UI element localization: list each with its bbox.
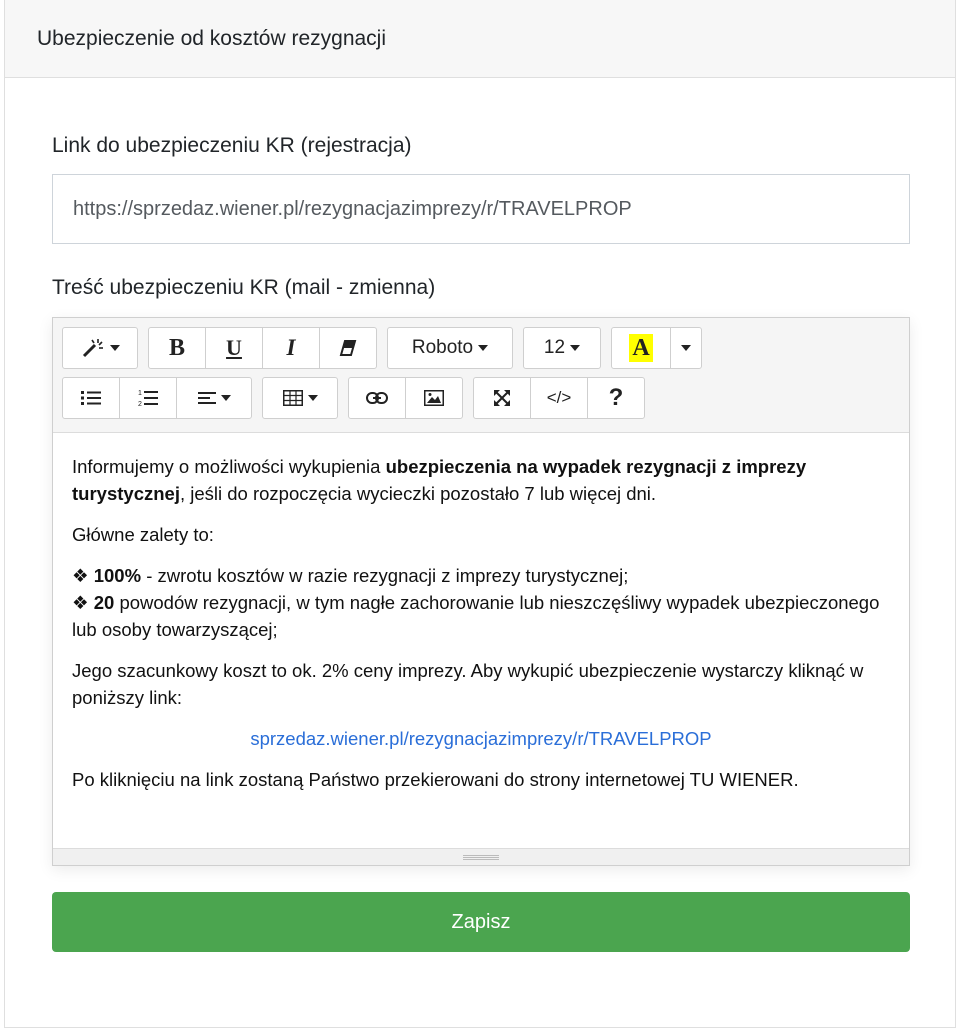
benefits-list: ❖ 100% - zwrotu kosztów w razie rezygnac… [72, 562, 890, 643]
editor-paragraph: Jego szacunkowy koszt to ok. 2% ceny imp… [72, 660, 864, 708]
unordered-list-button[interactable] [62, 377, 120, 419]
font-family-value: Roboto [411, 337, 474, 358]
ordered-list-button[interactable]: 1 2 [119, 377, 177, 419]
benefit-highlight: 20 [93, 592, 115, 613]
link-icon [366, 392, 388, 404]
table-group [262, 377, 338, 421]
color-dropdown-button[interactable] [670, 327, 702, 369]
style-group [62, 327, 138, 371]
link-field-label: Link do ubezpieczeniu KR (rejestracja) [52, 134, 412, 157]
link-input[interactable]: https://sprzedaz.wiener.pl/rezygnacjazim… [52, 174, 910, 244]
save-button[interactable]: Zapisz [52, 892, 910, 952]
table-dropdown[interactable] [262, 377, 338, 419]
editor-paragraph: Główne zalety to: [72, 524, 214, 545]
eraser-icon [339, 340, 357, 356]
diamond-bullet-icon: ❖ [72, 565, 94, 586]
editor-content-area[interactable]: Informujemy o możliwości wykupienia ubez… [53, 433, 909, 847]
toolbar-row-2: 1 2 </> ? [62, 377, 900, 421]
color-group: A [611, 327, 702, 371]
chevron-down-icon [220, 395, 231, 401]
benefit-text: powodów rezygnacji, w tym nagłe zachorow… [72, 592, 880, 640]
card-header: Ubezpieczenie od kosztów rezygnacji [5, 0, 955, 78]
benefit-highlight: 100% [93, 565, 142, 586]
paragraph-text: , jeśli do rozpoczęcia wycieczki pozosta… [179, 483, 657, 504]
font-size-value: 12 [543, 337, 566, 358]
clear-format-button[interactable] [319, 327, 377, 369]
font-name-group: Roboto [387, 327, 513, 371]
insert-group [348, 377, 463, 421]
italic-button[interactable]: I [262, 327, 320, 369]
text-color-icon: A [629, 334, 653, 362]
insurance-card: Ubezpieczenie od kosztów rezygnacji Link… [4, 0, 956, 1028]
benefit-text: - zwrotu kosztów w razie rezygnacji z im… [141, 565, 629, 586]
insert-link-button[interactable] [348, 377, 406, 419]
help-button[interactable]: ? [587, 377, 645, 419]
chevron-down-icon [681, 345, 691, 351]
underline-button[interactable]: U [205, 327, 263, 369]
diamond-bullet-icon: ❖ [72, 592, 94, 613]
card-title: Ubezpieczenie od kosztów rezygnacji [37, 26, 387, 50]
list-group: 1 2 [62, 377, 252, 421]
grip-icon [463, 854, 499, 860]
insurance-link[interactable]: sprzedaz.wiener.pl/rezygnacjazimprezy/r/… [72, 725, 890, 752]
bullet-list-icon [81, 390, 101, 406]
toolbar-row-1: B U I Roboto 12 A [62, 327, 900, 371]
code-view-button[interactable]: </> [530, 377, 588, 419]
help-icon: ? [608, 384, 624, 411]
chevron-down-icon [570, 345, 581, 351]
editor-paragraph: Po kliknięciu na link zostaną Państwo pr… [72, 769, 799, 790]
font-family-dropdown[interactable]: Roboto [387, 327, 513, 369]
numbered-list-icon: 1 2 [138, 389, 158, 407]
bold-icon: B [168, 334, 185, 361]
svg-text:2: 2 [138, 401, 142, 407]
fullscreen-icon [493, 389, 511, 407]
table-icon [282, 390, 303, 406]
underline-icon: U [226, 335, 242, 360]
editor-toolbar: B U I Roboto 12 A 1 2 </> ? [53, 318, 909, 433]
code-icon: </> [546, 388, 572, 407]
content-field-label: Treść ubezpieczeniu KR (mail - zmienna) [52, 276, 436, 299]
italic-icon: I [286, 335, 296, 360]
text-color-button[interactable]: A [611, 327, 671, 369]
align-left-icon [197, 391, 216, 405]
link-input-value: https://sprzedaz.wiener.pl/rezygnacjazim… [73, 197, 632, 220]
font-size-group: 12 [523, 327, 601, 371]
editor-paragraph: Informujemy o możliwości wykupienia ubez… [72, 453, 890, 507]
save-button-label: Zapisz [451, 910, 511, 933]
chevron-down-icon [478, 345, 489, 351]
chevron-down-icon [109, 345, 120, 351]
chevron-down-icon [307, 395, 318, 401]
insert-image-button[interactable] [405, 377, 463, 419]
misc-group: </> ? [473, 377, 645, 421]
magic-wand-icon [81, 337, 105, 359]
format-group: B U I [148, 327, 377, 371]
rich-text-editor: B U I Roboto 12 A 1 2 </> ? Informujemy … [52, 317, 910, 866]
style-dropdown-button[interactable] [62, 327, 138, 369]
bold-button[interactable]: B [148, 327, 206, 369]
image-icon [424, 390, 444, 406]
paragraph-align-dropdown[interactable] [176, 377, 252, 419]
font-size-dropdown[interactable]: 12 [523, 327, 601, 369]
paragraph-text: Informujemy o możliwości wykupienia [72, 456, 386, 477]
editor-resize-handle[interactable] [53, 848, 909, 865]
svg-text:1: 1 [138, 390, 142, 397]
fullscreen-button[interactable] [473, 377, 531, 419]
